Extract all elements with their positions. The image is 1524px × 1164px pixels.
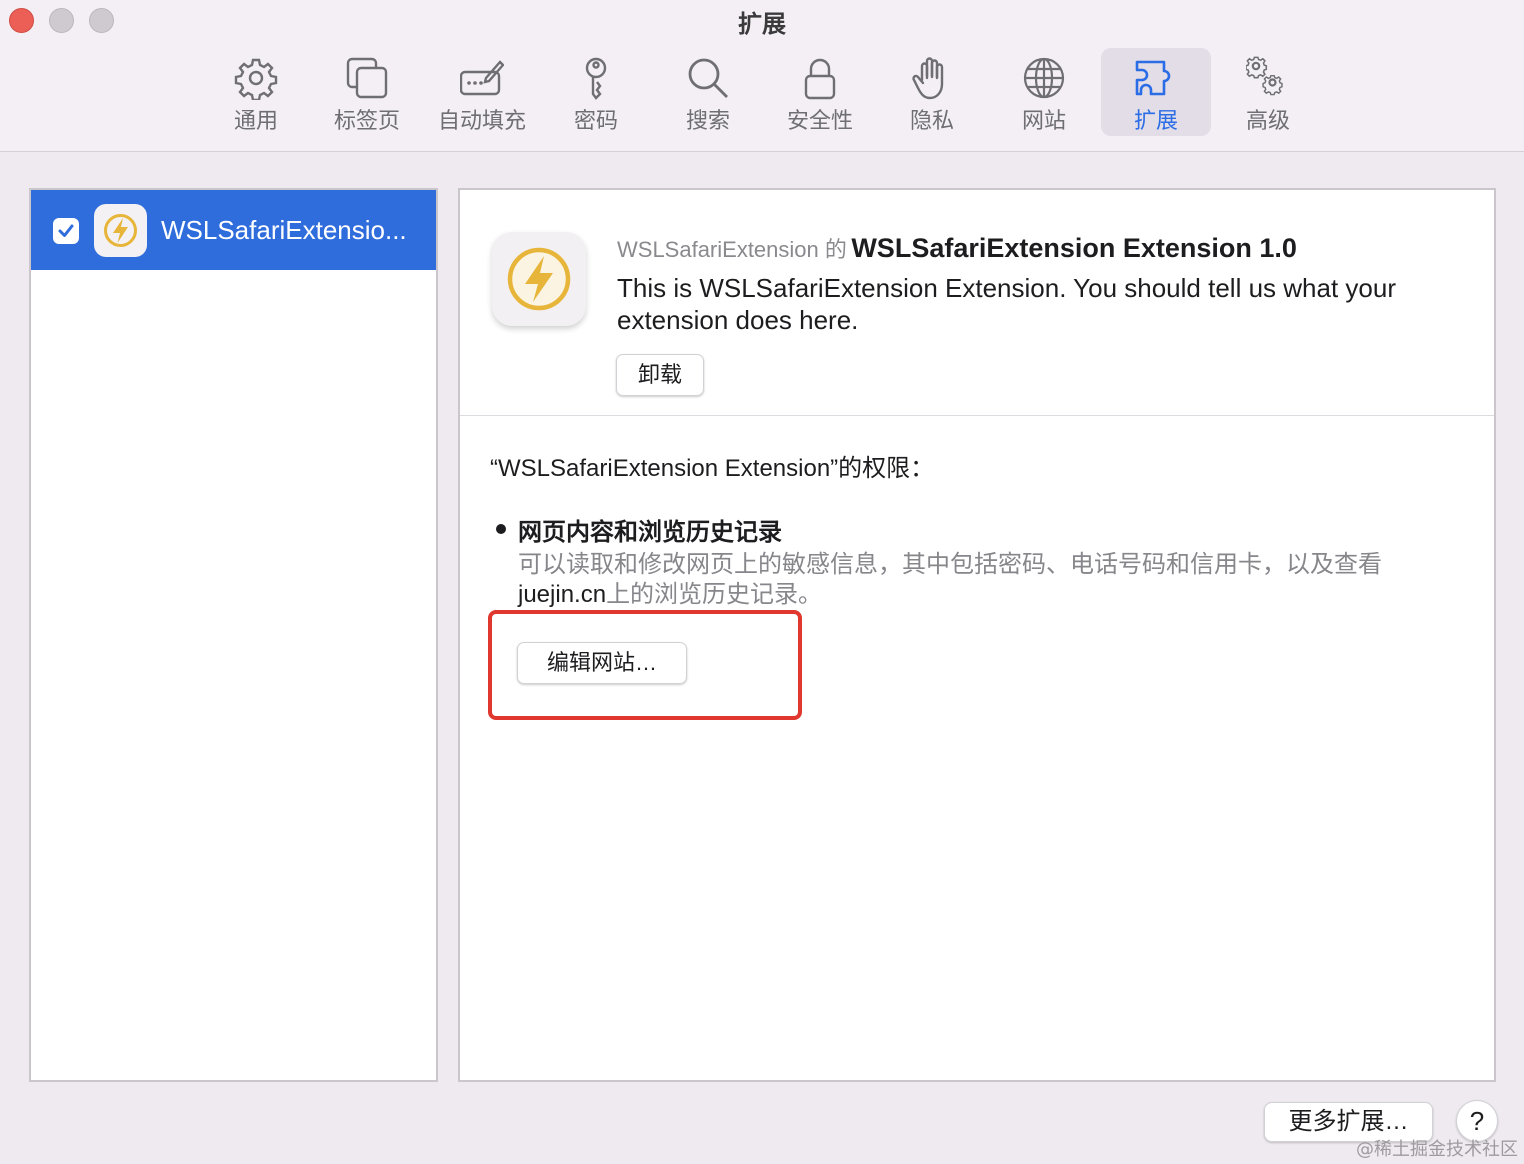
- bullet-point: [496, 524, 506, 534]
- extension-detail-pane: WSLSafariExtension 的 WSLSafariExtension …: [458, 188, 1496, 1082]
- sidebar-item-wslsafariextension[interactable]: WSLSafariExtensio...: [31, 190, 436, 270]
- key-icon: [585, 57, 607, 100]
- tab-security-label: 安全性: [786, 108, 853, 133]
- tab-autofill[interactable]: 自动填充: [427, 48, 537, 136]
- tab-websites[interactable]: 网站: [989, 48, 1099, 136]
- globe-icon: [1023, 57, 1065, 99]
- tab-privacy-label: 隐私: [909, 108, 954, 133]
- tabs-icon: [346, 57, 388, 99]
- tab-general[interactable]: 通用: [201, 48, 311, 136]
- sidebar-item-label: WSLSafariExtensio...: [161, 215, 407, 245]
- tab-advanced-label: 高级: [1245, 108, 1290, 133]
- tab-tabs[interactable]: 标签页: [312, 48, 422, 136]
- tab-websites-label: 网站: [1021, 108, 1066, 133]
- lightning-icon: [104, 214, 137, 247]
- safari-preferences-window: 扩展 通用 标签页 自动填充 密码 搜索 安全性 隐私 网站 扩展 高级 WSL…: [0, 0, 1524, 1164]
- tab-tabs-label: 标签页: [333, 108, 400, 133]
- title-bar: 扩展 通用 标签页 自动填充 密码 搜索 安全性 隐私 网站 扩展 高级: [0, 0, 1524, 152]
- gear-icon: [234, 58, 278, 100]
- tab-security[interactable]: 安全性: [765, 48, 875, 136]
- permission-description: 可以读取和修改网页上的敏感信息，其中包括密码、电话号码和信用卡，以及查看 juej…: [518, 550, 1398, 610]
- tab-extensions-label: 扩展: [1133, 108, 1178, 133]
- permission-title: 网页内容和浏览历史记录: [518, 519, 782, 546]
- tab-advanced[interactable]: 高级: [1213, 48, 1323, 136]
- extension-enable-checkbox[interactable]: [53, 218, 79, 244]
- extension-title: WSLSafariExtension 的 WSLSafariExtension …: [617, 232, 1297, 264]
- tab-privacy[interactable]: 隐私: [877, 48, 987, 136]
- tab-general-label: 通用: [233, 108, 278, 133]
- permission-desc-suffix: 上的浏览历史记录。: [606, 581, 823, 608]
- permissions-heading: “WSLSafariExtension Extension”的权限：: [490, 455, 935, 482]
- extension-description: This is WSLSafariExtension Extension. Yo…: [617, 273, 1396, 335]
- section-divider: [460, 415, 1494, 416]
- watermark: @稀土掘金技术社区: [1356, 1139, 1518, 1160]
- permission-domain: juejin.cn: [518, 581, 607, 608]
- window-title: 扩展: [738, 11, 786, 38]
- extension-developer: WSLSafariExtension 的: [617, 237, 847, 262]
- extensions-list: WSLSafariExtensio...: [29, 188, 438, 1082]
- lightning-icon: [507, 247, 571, 311]
- tab-autofill-label: 自动填充: [437, 108, 526, 133]
- extension-name: WSLSafariExtension Extension 1.0: [851, 233, 1297, 263]
- extension-large-icon: [492, 232, 586, 326]
- hand-icon: [912, 57, 944, 100]
- annotation-highlight-box: [488, 610, 802, 720]
- gears-icon: [1246, 56, 1283, 96]
- permission-desc-prefix: 可以读取和修改网页上的敏感信息，其中包括密码、电话号码和信用卡，以及查看: [518, 551, 1382, 578]
- tab-passwords-label: 密码: [573, 108, 618, 133]
- lock-icon: [804, 58, 836, 100]
- tab-extensions[interactable]: 扩展: [1101, 48, 1211, 136]
- puzzle-icon: [1135, 60, 1171, 96]
- tab-passwords[interactable]: 密码: [541, 48, 651, 136]
- uninstall-button[interactable]: 卸载: [616, 354, 704, 396]
- tab-search[interactable]: 搜索: [653, 48, 763, 136]
- checkmark-icon: [58, 224, 74, 237]
- autofill-icon: [460, 60, 504, 96]
- tab-search-label: 搜索: [685, 108, 730, 133]
- extension-app-icon: [94, 204, 147, 257]
- search-icon: [688, 58, 728, 98]
